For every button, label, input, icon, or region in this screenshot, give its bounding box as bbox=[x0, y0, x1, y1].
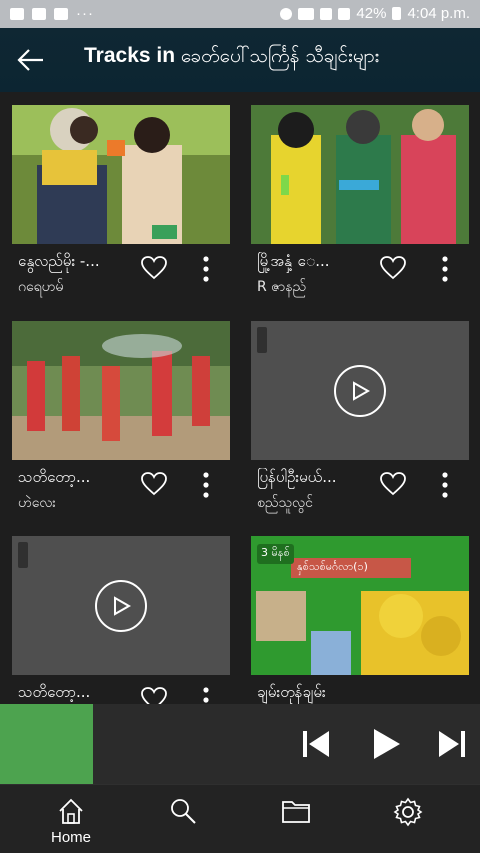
nav-home[interactable]: Home bbox=[41, 793, 101, 849]
nav-settings[interactable] bbox=[377, 793, 437, 849]
play-circle-icon[interactable] bbox=[95, 580, 147, 632]
thumbnail-photo bbox=[251, 105, 469, 244]
duration-badge: 3 မိနစ် bbox=[257, 544, 294, 564]
more-notifications-icon: ··· bbox=[76, 5, 94, 22]
message-icon bbox=[32, 7, 46, 20]
more-options-icon[interactable] bbox=[441, 472, 449, 498]
folder-icon bbox=[282, 801, 310, 823]
bottom-navigation: Home bbox=[0, 784, 480, 853]
heart-icon[interactable] bbox=[379, 471, 407, 497]
page-title: Tracks in ခေတ်ပေါ်သင်္ကြန် သီချင်းများ bbox=[84, 44, 379, 72]
track-thumbnail[interactable] bbox=[251, 321, 469, 460]
track-thumbnail[interactable] bbox=[12, 536, 230, 675]
track-title: နွေလည်မိုး -... bbox=[18, 252, 100, 270]
album-art[interactable] bbox=[0, 704, 93, 784]
track-thumbnail[interactable] bbox=[12, 321, 230, 460]
heart-icon[interactable] bbox=[140, 686, 168, 704]
clock: 4:04 p.m. bbox=[407, 5, 470, 22]
track-thumbnail[interactable] bbox=[12, 105, 230, 244]
page-title-prefix: Tracks in bbox=[84, 44, 176, 67]
track-artist: ဂရေဟမ် bbox=[18, 279, 64, 295]
wifi-icon bbox=[298, 7, 315, 20]
signal-2-icon bbox=[338, 7, 351, 20]
settings-icon bbox=[393, 797, 423, 827]
track-thumbnail[interactable]: 3 မိနစ် နှစ်သစ်မင်္ဂလာ(၁) bbox=[251, 536, 469, 675]
track-thumbnail[interactable] bbox=[251, 105, 469, 244]
nav-search[interactable] bbox=[153, 793, 213, 849]
back-button[interactable] bbox=[16, 46, 46, 74]
nav-folder[interactable] bbox=[265, 793, 325, 849]
battery-percent: 42% bbox=[356, 5, 387, 22]
thumbnail-caption: နှစ်သစ်မင်္ဂလာ(၁) bbox=[297, 560, 368, 573]
track-title: ပြန်ပါဦးမယ်... bbox=[257, 468, 337, 486]
track-title: သတိတော့... bbox=[18, 683, 91, 701]
signal-icon bbox=[320, 7, 333, 20]
status-bar: ··· 42% 4:04 p.m. bbox=[0, 0, 480, 28]
track-artist: R ဇာနည် bbox=[257, 279, 307, 295]
play-circle-icon[interactable] bbox=[334, 365, 386, 417]
track-artist: ဟဲလေး bbox=[18, 495, 56, 511]
more-options-icon[interactable] bbox=[202, 687, 210, 704]
arrow-left-icon bbox=[17, 49, 43, 71]
placeholder-mark bbox=[18, 542, 28, 568]
more-options-icon[interactable] bbox=[202, 472, 210, 498]
skip-next-icon[interactable] bbox=[434, 726, 470, 762]
heart-icon[interactable] bbox=[140, 471, 168, 497]
more-options-icon[interactable] bbox=[202, 256, 210, 282]
thumbnail-photo bbox=[12, 105, 230, 244]
search-icon bbox=[171, 799, 196, 824]
thumbnail-photo bbox=[12, 321, 230, 460]
mini-player[interactable] bbox=[0, 704, 480, 784]
nav-home-label: Home bbox=[50, 829, 91, 846]
home-icon bbox=[59, 798, 83, 824]
track-title: မြို့အနှံ့ ေ... bbox=[257, 252, 330, 270]
track-title: သတိတော့... bbox=[18, 468, 91, 486]
battery-icon bbox=[392, 7, 402, 20]
track-title: ချမ်းတုန်ချမ်း bbox=[257, 683, 326, 701]
heart-icon[interactable] bbox=[379, 255, 407, 281]
play-triangle-icon bbox=[114, 596, 132, 616]
more-options-icon[interactable] bbox=[441, 256, 449, 282]
placeholder-mark bbox=[257, 327, 267, 353]
alarm-icon bbox=[280, 7, 293, 20]
play-icon[interactable] bbox=[368, 726, 404, 762]
gallery-icon bbox=[10, 7, 24, 20]
heart-icon[interactable] bbox=[140, 255, 168, 281]
app-header: Tracks in ခေတ်ပေါ်သင်္ကြန် သီချင်းများ bbox=[0, 28, 480, 92]
play-triangle-icon bbox=[353, 381, 371, 401]
track-grid: နွေလည်မိုး -... ဂရေဟမ် မြို့အနှံ့ ေ... R… bbox=[0, 92, 480, 704]
track-artist: စည်သူလွင် bbox=[257, 495, 313, 511]
page-title-category: ခေတ်ပေါ်သင်္ကြန် သီချင်းများ bbox=[180, 45, 380, 67]
storage-icon bbox=[54, 7, 68, 20]
skip-previous-icon[interactable] bbox=[298, 726, 334, 762]
